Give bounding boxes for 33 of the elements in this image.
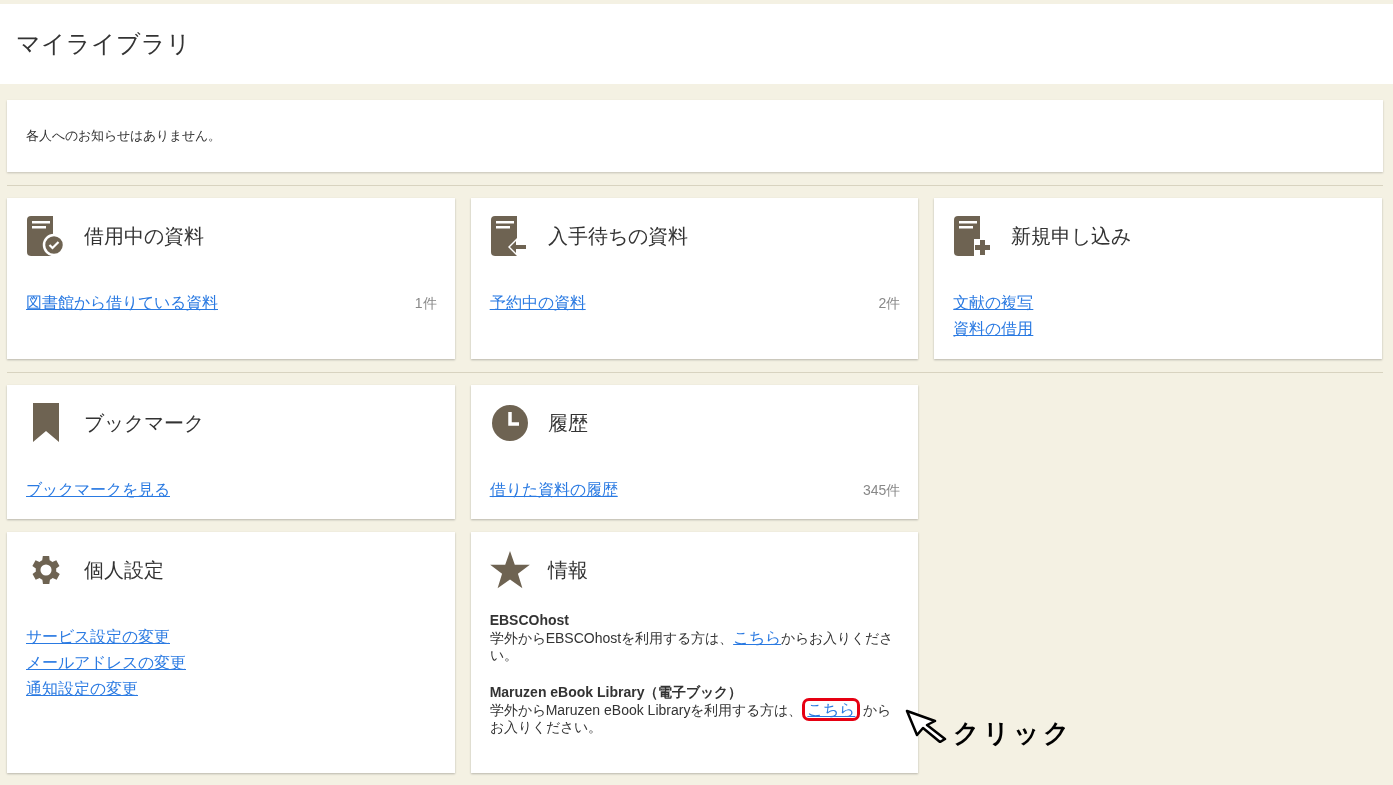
item-count: 1件 — [414, 294, 437, 313]
card-title: 新規申し込み — [1011, 224, 1132, 249]
info-heading: EBSCOhost — [489, 612, 570, 629]
card-link[interactable]: 通知設定の変更 — [26, 676, 138, 702]
card-title: ブックマーク — [84, 411, 204, 436]
info-text: 学外からEBSCOhostを利用する方は、こちらからお入りください。 — [489, 629, 895, 664]
card-link[interactable]: ブックマークを見る — [26, 477, 170, 503]
info-text: 学外からMaruzen eBook Libraryを利用する方は、 こちら からお入りください。 — [489, 701, 901, 736]
page-title: マイライブラリ — [16, 29, 191, 59]
card-title: 借用中の資料 — [84, 224, 204, 249]
clock-icon — [490, 404, 529, 442]
item-count: 2件 — [878, 294, 901, 313]
card-title: 個人設定 — [84, 558, 164, 583]
card-link[interactable]: 文献の複写 — [953, 290, 1034, 316]
click-label: クリック — [953, 717, 1074, 750]
notice-text: 各人へのお知らせはありません。 — [26, 127, 221, 146]
here-link[interactable]: こちら — [805, 701, 858, 718]
card-link[interactable]: 図書館から借りている資料 — [26, 290, 218, 316]
card-link[interactable]: サービス設定の変更 — [26, 624, 170, 650]
card-link[interactable]: 予約中の資料 — [489, 290, 586, 316]
card-title: 入手待ちの資料 — [547, 224, 688, 249]
card-link[interactable]: 借りた資料の履歴 — [489, 477, 618, 503]
book-plus-icon — [954, 216, 993, 256]
book-arrow-icon — [490, 216, 529, 256]
item-count: 345件 — [862, 481, 901, 500]
card-link[interactable]: メールアドレスの変更 — [26, 650, 186, 676]
info-heading: Maruzen eBook Library（電子ブック） — [489, 684, 744, 701]
here-link[interactable]: こちら — [733, 629, 782, 646]
card-title: 情報 — [547, 558, 588, 583]
star-icon — [489, 551, 530, 589]
card-link[interactable]: 資料の借用 — [953, 316, 1034, 342]
book-check-icon — [27, 216, 65, 256]
card-title: 履歴 — [547, 411, 588, 436]
